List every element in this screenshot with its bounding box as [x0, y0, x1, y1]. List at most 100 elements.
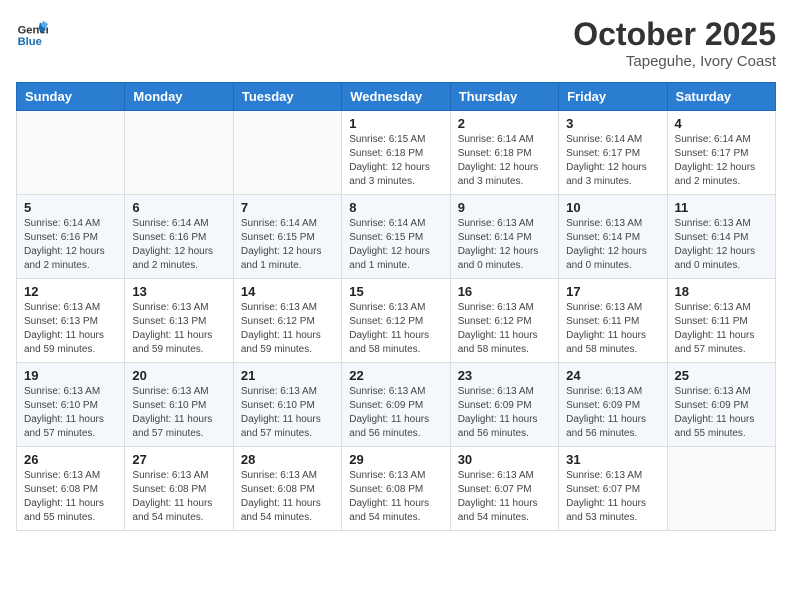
- day-cell: 1 Sunrise: 6:15 AM Sunset: 6:18 PM Daylig…: [342, 111, 450, 195]
- day-info: Sunrise: 6:13 AM Sunset: 6:14 PM Dayligh…: [675, 217, 768, 273]
- day-cell: 26 Sunrise: 6:13 AM Sunset: 6:08 PM Dayli…: [17, 447, 125, 531]
- day-number: 20: [132, 368, 225, 383]
- day-number: 27: [132, 452, 225, 467]
- day-info: Sunrise: 6:13 AM Sunset: 6:09 PM Dayligh…: [566, 385, 659, 441]
- week-row-1: 1 Sunrise: 6:15 AM Sunset: 6:18 PM Daylig…: [17, 111, 776, 195]
- day-number: 26: [24, 452, 117, 467]
- day-number: 19: [24, 368, 117, 383]
- day-info: Sunrise: 6:14 AM Sunset: 6:15 PM Dayligh…: [349, 217, 442, 273]
- day-number: 3: [566, 116, 659, 131]
- week-row-3: 12 Sunrise: 6:13 AM Sunset: 6:13 PM Dayli…: [17, 279, 776, 363]
- day-number: 12: [24, 284, 117, 299]
- location: Tapeguhe, Ivory Coast: [573, 53, 776, 70]
- day-cell: [125, 111, 233, 195]
- day-cell: 20 Sunrise: 6:13 AM Sunset: 6:10 PM Dayli…: [125, 363, 233, 447]
- day-cell: 19 Sunrise: 6:13 AM Sunset: 6:10 PM Dayli…: [17, 363, 125, 447]
- day-number: 7: [241, 200, 334, 215]
- weekday-header-row: SundayMondayTuesdayWednesdayThursdayFrid…: [17, 83, 776, 111]
- day-number: 6: [132, 200, 225, 215]
- day-number: 30: [458, 452, 551, 467]
- day-info: Sunrise: 6:13 AM Sunset: 6:08 PM Dayligh…: [241, 469, 334, 525]
- day-number: 15: [349, 284, 442, 299]
- day-info: Sunrise: 6:13 AM Sunset: 6:08 PM Dayligh…: [24, 469, 117, 525]
- day-number: 28: [241, 452, 334, 467]
- day-cell: 31 Sunrise: 6:13 AM Sunset: 6:07 PM Dayli…: [559, 447, 667, 531]
- day-number: 10: [566, 200, 659, 215]
- day-info: Sunrise: 6:14 AM Sunset: 6:18 PM Dayligh…: [458, 133, 551, 189]
- day-info: Sunrise: 6:13 AM Sunset: 6:10 PM Dayligh…: [241, 385, 334, 441]
- day-cell: 23 Sunrise: 6:13 AM Sunset: 6:09 PM Dayli…: [450, 363, 558, 447]
- day-info: Sunrise: 6:13 AM Sunset: 6:12 PM Dayligh…: [349, 301, 442, 357]
- day-cell: 30Sunrise: 6:13 AM Sunset: 6:07 PM Dayli…: [450, 447, 558, 531]
- day-number: 24: [566, 368, 659, 383]
- day-info: Sunrise: 6:14 AM Sunset: 6:15 PM Dayligh…: [241, 217, 334, 273]
- day-info: Sunrise: 6:13 AM Sunset: 6:09 PM Dayligh…: [675, 385, 768, 441]
- day-number: 9: [458, 200, 551, 215]
- day-info: Sunrise: 6:15 AM Sunset: 6:18 PM Dayligh…: [349, 133, 442, 189]
- day-info: Sunrise: 6:14 AM Sunset: 6:17 PM Dayligh…: [566, 133, 659, 189]
- day-info: Sunrise: 6:13 AM Sunset: 6:10 PM Dayligh…: [132, 385, 225, 441]
- page-header: General Blue October 2025 Tapeguhe, Ivor…: [16, 16, 776, 70]
- day-info: Sunrise: 6:13 AM Sunset: 6:08 PM Dayligh…: [349, 469, 442, 525]
- weekday-sunday: Sunday: [17, 83, 125, 111]
- day-number: 18: [675, 284, 768, 299]
- day-number: 23: [458, 368, 551, 383]
- day-info: Sunrise: 6:13 AM Sunset: 6:14 PM Dayligh…: [458, 217, 551, 273]
- week-row-2: 5 Sunrise: 6:14 AM Sunset: 6:16 PM Daylig…: [17, 195, 776, 279]
- day-info: Sunrise: 6:13 AM Sunset: 6:12 PM Dayligh…: [241, 301, 334, 357]
- day-info: Sunrise: 6:13 AM Sunset: 6:13 PM Dayligh…: [24, 301, 117, 357]
- day-cell: [667, 447, 775, 531]
- day-number: 14: [241, 284, 334, 299]
- day-cell: 16Sunrise: 6:13 AM Sunset: 6:12 PM Dayli…: [450, 279, 558, 363]
- weekday-friday: Friday: [559, 83, 667, 111]
- day-info: Sunrise: 6:14 AM Sunset: 6:16 PM Dayligh…: [24, 217, 117, 273]
- day-number: 22: [349, 368, 442, 383]
- day-info: Sunrise: 6:13 AM Sunset: 6:13 PM Dayligh…: [132, 301, 225, 357]
- day-number: 31: [566, 452, 659, 467]
- day-cell: 18 Sunrise: 6:13 AM Sunset: 6:11 PM Dayli…: [667, 279, 775, 363]
- day-cell: 11Sunrise: 6:13 AM Sunset: 6:14 PM Dayli…: [667, 195, 775, 279]
- weekday-monday: Monday: [125, 83, 233, 111]
- day-cell: 8 Sunrise: 6:14 AM Sunset: 6:15 PM Daylig…: [342, 195, 450, 279]
- title-block: October 2025 Tapeguhe, Ivory Coast: [573, 16, 776, 70]
- day-cell: 6 Sunrise: 6:14 AM Sunset: 6:16 PM Daylig…: [125, 195, 233, 279]
- day-cell: 3 Sunrise: 6:14 AM Sunset: 6:17 PM Daylig…: [559, 111, 667, 195]
- day-cell: 24 Sunrise: 6:13 AM Sunset: 6:09 PM Dayli…: [559, 363, 667, 447]
- week-row-4: 19 Sunrise: 6:13 AM Sunset: 6:10 PM Dayli…: [17, 363, 776, 447]
- svg-text:Blue: Blue: [18, 36, 42, 48]
- day-info: Sunrise: 6:13 AM Sunset: 6:09 PM Dayligh…: [458, 385, 551, 441]
- calendar-table: SundayMondayTuesdayWednesdayThursdayFrid…: [16, 82, 776, 531]
- day-info: Sunrise: 6:13 AM Sunset: 6:12 PM Dayligh…: [458, 301, 551, 357]
- day-number: 25: [675, 368, 768, 383]
- day-cell: 21 Sunrise: 6:13 AM Sunset: 6:10 PM Dayli…: [233, 363, 341, 447]
- day-cell: 4Sunrise: 6:14 AM Sunset: 6:17 PM Daylig…: [667, 111, 775, 195]
- weekday-thursday: Thursday: [450, 83, 558, 111]
- day-number: 8: [349, 200, 442, 215]
- day-cell: 28 Sunrise: 6:13 AM Sunset: 6:08 PM Dayli…: [233, 447, 341, 531]
- day-cell: 12 Sunrise: 6:13 AM Sunset: 6:13 PM Dayli…: [17, 279, 125, 363]
- day-info: Sunrise: 6:13 AM Sunset: 6:10 PM Dayligh…: [24, 385, 117, 441]
- day-number: 5: [24, 200, 117, 215]
- day-info: Sunrise: 6:13 AM Sunset: 6:09 PM Dayligh…: [349, 385, 442, 441]
- day-info: Sunrise: 6:13 AM Sunset: 6:11 PM Dayligh…: [675, 301, 768, 357]
- day-cell: 7 Sunrise: 6:14 AM Sunset: 6:15 PM Daylig…: [233, 195, 341, 279]
- day-info: Sunrise: 6:14 AM Sunset: 6:17 PM Dayligh…: [675, 133, 768, 189]
- day-cell: 17Sunrise: 6:13 AM Sunset: 6:11 PM Dayli…: [559, 279, 667, 363]
- day-cell: [17, 111, 125, 195]
- day-cell: [233, 111, 341, 195]
- logo: General Blue: [16, 16, 52, 48]
- day-cell: 9 Sunrise: 6:13 AM Sunset: 6:14 PM Daylig…: [450, 195, 558, 279]
- day-cell: 2Sunrise: 6:14 AM Sunset: 6:18 PM Daylig…: [450, 111, 558, 195]
- day-number: 21: [241, 368, 334, 383]
- day-cell: 15 Sunrise: 6:13 AM Sunset: 6:12 PM Dayli…: [342, 279, 450, 363]
- day-number: 1: [349, 116, 442, 131]
- day-info: Sunrise: 6:14 AM Sunset: 6:16 PM Dayligh…: [132, 217, 225, 273]
- day-cell: 5 Sunrise: 6:14 AM Sunset: 6:16 PM Daylig…: [17, 195, 125, 279]
- day-info: Sunrise: 6:13 AM Sunset: 6:11 PM Dayligh…: [566, 301, 659, 357]
- day-cell: 22 Sunrise: 6:13 AM Sunset: 6:09 PM Dayli…: [342, 363, 450, 447]
- day-cell: 14 Sunrise: 6:13 AM Sunset: 6:12 PM Dayli…: [233, 279, 341, 363]
- day-cell: 25 Sunrise: 6:13 AM Sunset: 6:09 PM Dayli…: [667, 363, 775, 447]
- day-info: Sunrise: 6:13 AM Sunset: 6:07 PM Dayligh…: [566, 469, 659, 525]
- day-number: 13: [132, 284, 225, 299]
- day-cell: 29Sunrise: 6:13 AM Sunset: 6:08 PM Dayli…: [342, 447, 450, 531]
